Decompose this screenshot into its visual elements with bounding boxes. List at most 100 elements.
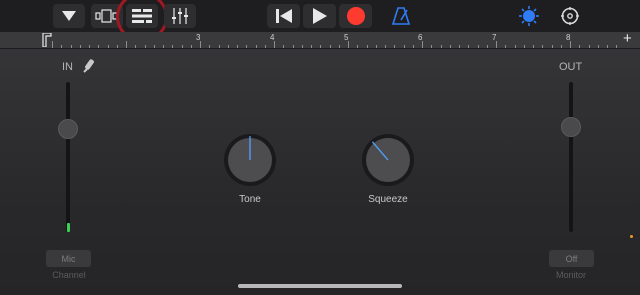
ruler-tick [616,45,618,48]
metronome-button[interactable] [386,4,416,28]
input-slider-thumb[interactable] [58,119,78,139]
ruler-tick [449,45,451,48]
ruler-tick [274,41,275,48]
ruler-tick [431,45,433,48]
monitor-caption: Monitor [555,270,586,280]
ruler-tick [348,41,349,48]
amp-controls-panel [0,49,640,295]
ruler-tick [163,45,164,48]
ruler-tick [394,45,396,48]
play-button[interactable] [303,4,336,28]
playhead-marker-icon[interactable] [42,33,52,47]
monitor-button[interactable]: Off [549,250,594,267]
ruler-tick [320,45,322,48]
ruler-tick [366,45,368,48]
output-level-slider[interactable] [569,82,573,232]
ruler-tick [116,45,118,48]
bar-number: 6 [418,33,423,42]
ruler-tick [440,45,442,48]
mixer-button[interactable] [164,4,196,28]
dropdown-menu-button[interactable] [53,4,85,28]
add-section-button[interactable]: + [623,30,632,47]
ruler-tick [89,45,90,48]
ruler-tick [301,45,303,48]
record-button[interactable] [339,4,372,28]
ruler-tick [403,45,405,48]
ruler-tick [486,45,488,48]
ruler-tick [412,45,414,48]
bar-number: 4 [270,33,275,42]
ruler-tick [255,45,257,48]
dropdown-menu-icon [62,11,76,21]
bar-number: 8 [566,33,571,42]
control-bar [0,0,640,42]
ruler-tick [237,45,238,48]
ruler-tick [496,41,497,48]
bar-number: 5 [344,33,349,42]
squeeze-knob[interactable] [360,132,416,188]
ruler-tick [311,45,312,48]
ruler-tick [459,45,460,48]
mixer-icon [172,8,188,24]
master-effects-icon [519,6,539,26]
ruler-tick [126,41,127,48]
timeline-ruler[interactable]: 3 4 5 6 7 8 + [0,30,640,49]
settings-button[interactable] [557,4,583,28]
ruler-tick [551,45,553,48]
output-label: OUT [559,61,583,73]
input-level-slider[interactable] [66,82,70,232]
mic-button[interactable]: Mic [46,250,91,267]
ruler-tick [144,45,146,48]
ruler-tick [209,45,211,48]
tone-knob[interactable] [222,132,278,188]
ruler-tick [514,45,516,48]
ruler-tick [597,45,599,48]
indicator-dot [630,235,633,238]
tone-label: Tone [239,194,261,205]
input-label: IN [62,61,73,73]
ruler-tick [52,41,53,48]
ruler-tick [218,45,220,48]
master-effects-button[interactable] [516,4,542,28]
go-to-beginning-button[interactable] [267,4,300,28]
ruler-tick [227,45,229,48]
ruler-tick [560,45,562,48]
ruler-tick [153,45,155,48]
ruler-tick [533,45,534,48]
ruler-tick [246,45,248,48]
input-source-icon[interactable] [81,57,95,75]
squeeze-label: Squeeze [368,194,408,205]
ruler-tick [264,45,266,48]
output-slider-thumb[interactable] [561,117,581,137]
squeeze-knob-dial [362,134,414,186]
ruler-tick [588,45,590,48]
ruler-tick [505,45,507,48]
tone-knob-dial [224,134,276,186]
ruler-tick [107,45,109,48]
ruler-tick [422,41,423,48]
ruler-tick [570,41,571,48]
ruler-tick [357,45,359,48]
record-icon [346,7,365,25]
ruler-tick [468,45,470,48]
ruler-tick [523,45,525,48]
metronome-icon [392,7,410,25]
ruler-tick [477,45,479,48]
channel-caption: Channel [52,270,86,280]
home-indicator[interactable] [238,284,402,288]
ruler-tick [135,45,137,48]
play-icon [312,8,327,24]
bar-number: 7 [492,33,497,42]
ruler-tick [375,45,377,48]
ruler-tick [61,45,63,48]
ruler-tick [292,45,294,48]
ruler-tick [181,45,183,48]
bar-number: 3 [196,33,201,42]
go-to-beginning-icon [275,9,292,23]
ruler-tick [283,45,285,48]
ruler-tick [70,45,72,48]
ruler-tick [338,45,340,48]
ruler-tick [542,45,544,48]
ruler-tick [190,45,192,48]
ruler-tick [172,45,174,48]
